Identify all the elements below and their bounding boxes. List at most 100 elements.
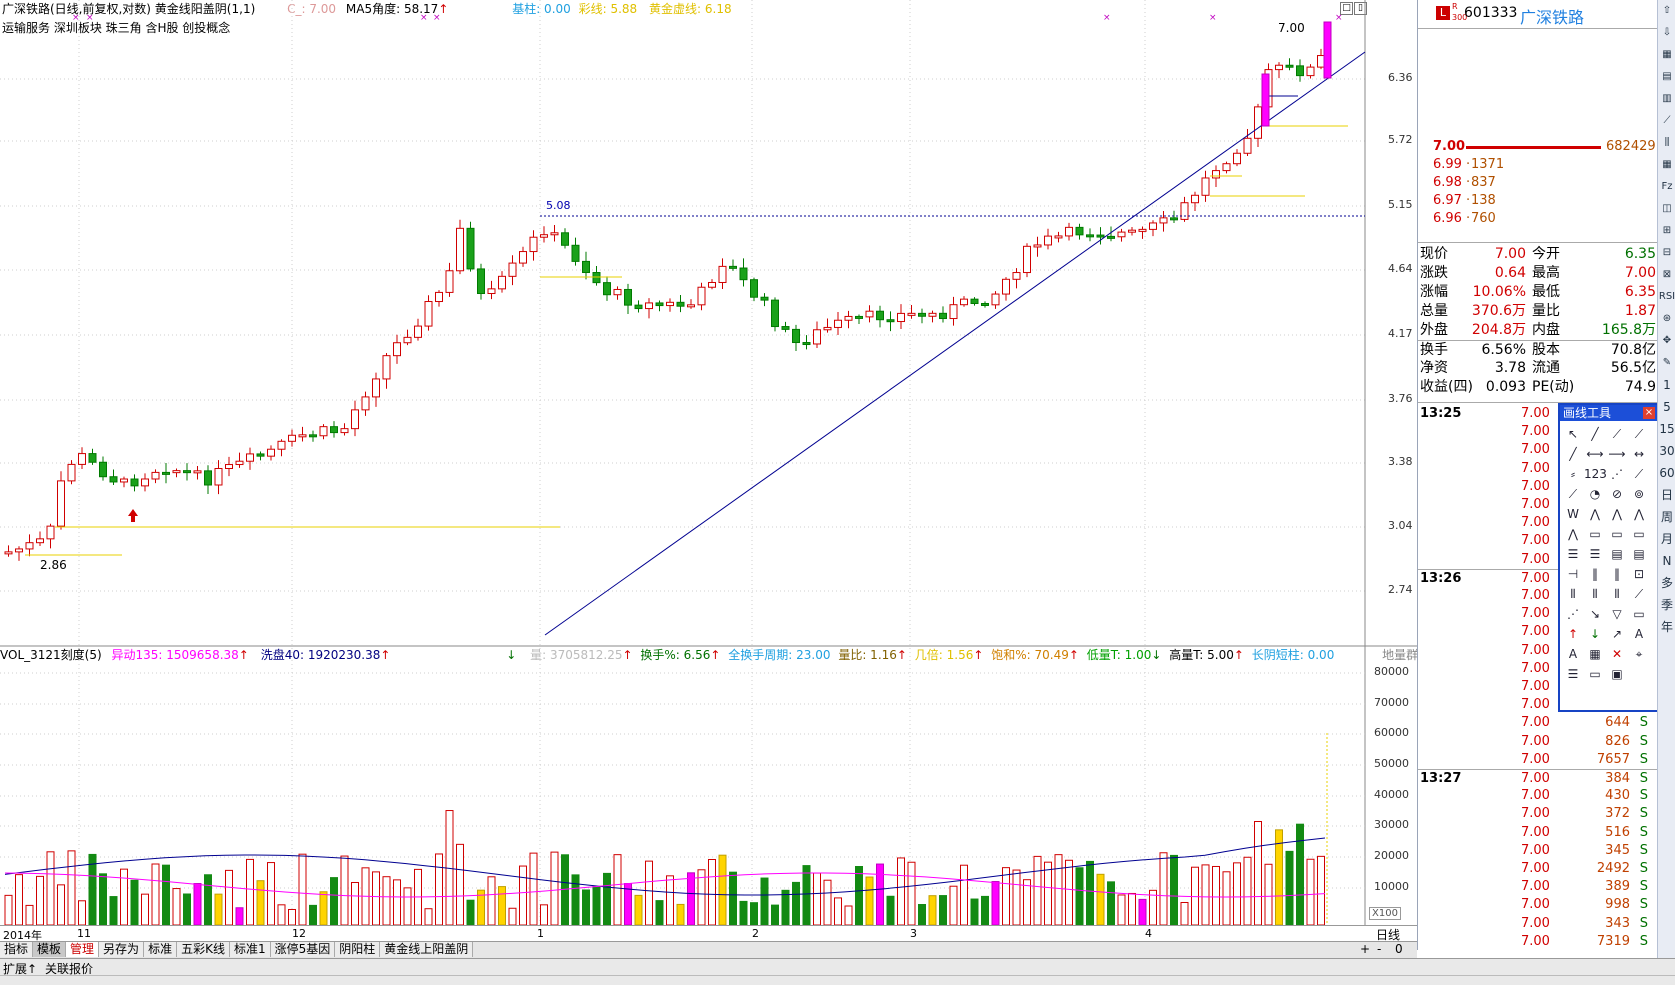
tick-flag: S	[1639, 897, 1648, 913]
draw-tool-icon[interactable]: ▭	[1628, 604, 1650, 624]
period-button[interactable]: 年	[1658, 616, 1675, 638]
toolbar-icon[interactable]: ▥	[1658, 88, 1675, 110]
draw-tool-icon[interactable]: ▭	[1606, 524, 1628, 544]
toolbar-icon[interactable]: ✎	[1658, 352, 1675, 374]
toolbar-icon[interactable]: ✥	[1658, 330, 1675, 352]
tab-guanli[interactable]: 管理	[66, 942, 100, 957]
draw-tool-icon[interactable]: ⌖	[1628, 644, 1650, 664]
zoom-in-button[interactable]: +	[1360, 942, 1370, 956]
draw-tool-icon[interactable]: ↘	[1584, 604, 1606, 624]
draw-tool-icon[interactable]: ⦀	[1584, 584, 1606, 604]
period-button[interactable]: 月	[1658, 528, 1675, 550]
draw-tool-icon[interactable]: ⟋	[1606, 424, 1628, 444]
kline-canvas[interactable]: × × × × × × ×	[0, 0, 1417, 950]
period-button[interactable]: 60	[1658, 462, 1675, 484]
toolbar-icon[interactable]: Fz	[1658, 176, 1675, 198]
draw-tool-icon[interactable]: ▭	[1584, 524, 1606, 544]
draw-tool-icon[interactable]: ⦀	[1562, 584, 1584, 604]
draw-tool-icon[interactable]: ↔	[1628, 444, 1650, 464]
draw-tool-icon[interactable]: ▤	[1606, 544, 1628, 564]
draw-tool-icon[interactable]: ◔	[1584, 484, 1606, 504]
draw-tool-icon[interactable]: ⟋	[1628, 424, 1650, 444]
period-button[interactable]: N	[1658, 550, 1675, 572]
toolbar-icon[interactable]: ◫	[1658, 198, 1675, 220]
volume-bar	[130, 879, 139, 926]
draw-tool-icon[interactable]: ▤	[1628, 544, 1650, 564]
draw-tool-icon[interactable]: ☰	[1562, 544, 1584, 564]
toolbar-icon[interactable]: ⊛	[1658, 308, 1675, 330]
toolbar-icon[interactable]: ⇩	[1658, 22, 1675, 44]
draw-tool-icon[interactable]: ↑	[1562, 624, 1584, 644]
chart-area[interactable]: 广深铁路(日线,前复权,对数) 黄金线阳盖阴(1,1) C_: 7.00 MA5…	[0, 0, 1453, 959]
draw-tool-icon[interactable]: ▭	[1628, 524, 1650, 544]
tab-huangjinxian[interactable]: 黄金线上阳盖阴	[380, 942, 474, 957]
draw-tool-icon[interactable]: A	[1562, 644, 1584, 664]
tab-zhangting[interactable]: 涨停5基因	[270, 942, 336, 957]
draw-tool-icon[interactable]: ⟋	[1628, 464, 1650, 484]
tab-moban[interactable]: 模板	[33, 942, 67, 957]
draw-tool-icon[interactable]: W	[1562, 504, 1584, 524]
draw-tool-icon[interactable]: ╱	[1584, 424, 1606, 444]
period-button[interactable]: 多	[1658, 572, 1675, 594]
period-button[interactable]: 5	[1658, 396, 1675, 418]
tab-lingcunwei[interactable]: 另存为	[99, 942, 145, 957]
draw-tool-icon[interactable]: ⋰	[1562, 604, 1584, 624]
draw-tool-icon[interactable]: ⋀	[1606, 504, 1628, 524]
toolbar-icon[interactable]: ▦	[1658, 154, 1675, 176]
period-button[interactable]: 30	[1658, 440, 1675, 462]
draw-tool-icon[interactable]: ⊣	[1562, 564, 1584, 584]
toolbar-icon[interactable]: ⊟	[1658, 242, 1675, 264]
draw-tool-icon[interactable]: ╱	[1562, 444, 1584, 464]
draw-tool-icon[interactable]: ‖	[1584, 564, 1606, 584]
draw-tool-icon[interactable]: 123	[1584, 464, 1607, 484]
draw-tool-icon[interactable]: ▦	[1584, 644, 1606, 664]
draw-tool-panel[interactable]: 画线工具 × ↖ ╱ ⟋ ⟋ ╱ ⟷ ⟶ ↔ ⸗ 123 ⋰ ⟋ ⟋ ◔ ⊘ ⊚ W ⋀ ⋀ ⋀ ⋀ ▭ ▭ ▭ ☰ ☰ ▤ ▤ ⊣ ‖ ‖ ⊡…	[1558, 403, 1659, 712]
draw-tool-icon[interactable]: ▭	[1584, 664, 1606, 684]
draw-tool-icon[interactable]: ↗	[1606, 624, 1628, 644]
draw-tool-icon[interactable]: ⊘	[1606, 484, 1628, 504]
tab-zhibiao[interactable]: 指标	[0, 942, 34, 957]
draw-tool-icon[interactable]: ▣	[1606, 664, 1628, 684]
draw-tool-icon[interactable]: ▽	[1606, 604, 1628, 624]
toolbar-icon[interactable]: ⇧	[1658, 0, 1675, 22]
draw-tool-icon[interactable]	[1628, 664, 1650, 684]
draw-tool-icon[interactable]: ↓	[1584, 624, 1606, 644]
toolbar-icon[interactable]: ⊠	[1658, 264, 1675, 286]
tab-yinyangzhu[interactable]: 阴阳柱	[335, 942, 381, 957]
close-icon[interactable]: ×	[1643, 407, 1655, 419]
draw-tool-icon[interactable]: ⊚	[1628, 484, 1650, 504]
tab-wucai[interactable]: 五彩K线	[177, 942, 230, 957]
draw-tool-icon[interactable]: ⟶	[1606, 444, 1628, 464]
toolbar-icon[interactable]: RSI	[1658, 286, 1675, 308]
draw-tool-icon[interactable]: ⋀	[1628, 504, 1650, 524]
draw-tool-icon[interactable]: ☰	[1562, 664, 1584, 684]
period-button[interactable]: 周	[1658, 506, 1675, 528]
draw-tool-icon[interactable]: ⋀	[1584, 504, 1606, 524]
zoom-reset-button[interactable]: 0	[1395, 942, 1403, 956]
draw-tool-icon[interactable]: ‖	[1606, 564, 1628, 584]
period-button[interactable]: 15	[1658, 418, 1675, 440]
draw-tool-icon[interactable]: ⟷	[1584, 444, 1606, 464]
draw-tool-icon[interactable]: ↖	[1562, 424, 1584, 444]
toolbar-icon[interactable]: ▤	[1658, 66, 1675, 88]
draw-tool-icon[interactable]: ⟋	[1628, 584, 1650, 604]
draw-tool-icon[interactable]: ⋰	[1606, 464, 1628, 484]
zoom-out-button[interactable]: -	[1377, 942, 1381, 956]
draw-tool-icon[interactable]: ☰	[1584, 544, 1606, 564]
period-button[interactable]: 日	[1658, 484, 1675, 506]
toolbar-icon[interactable]: ⊞	[1658, 220, 1675, 242]
toolbar-icon[interactable]: ⫼	[1658, 132, 1675, 154]
toolbar-icon[interactable]: ⟋	[1658, 110, 1675, 132]
period-button[interactable]: 季	[1658, 594, 1675, 616]
draw-tool-icon[interactable]: ⸗	[1562, 464, 1584, 484]
draw-tool-icon[interactable]: ⦀	[1606, 584, 1628, 604]
draw-tool-icon[interactable]: ⋀	[1562, 524, 1584, 544]
draw-tool-icon[interactable]: ⊡	[1628, 564, 1650, 584]
draw-tool-icon[interactable]: ✕	[1606, 644, 1628, 664]
period-button[interactable]: 1	[1658, 374, 1675, 396]
toolbar-icon[interactable]: ▦	[1658, 44, 1675, 66]
draw-tool-icon[interactable]: A	[1628, 624, 1650, 644]
draw-tool-icon[interactable]: ⟋	[1562, 484, 1584, 504]
tab-biaozhun1[interactable]: 标准1	[229, 942, 271, 957]
tab-biaozhun[interactable]: 标准	[144, 942, 178, 957]
